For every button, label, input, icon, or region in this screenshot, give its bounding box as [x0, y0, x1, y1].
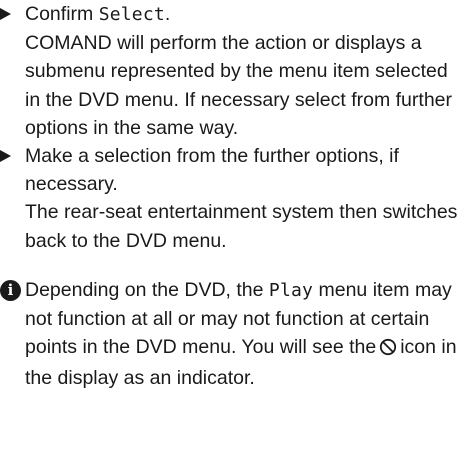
- step-bullet-arrow-icon: [0, 150, 11, 163]
- info-icon: i: [0, 279, 21, 301]
- step-2-result: The rear-seat entertainment system then …: [25, 201, 458, 252]
- step-1-action-prefix: Confirm: [25, 3, 99, 25]
- select-menu-item-code: Select: [98, 4, 165, 25]
- step-1-action: Confirm Select.: [25, 0, 463, 29]
- step-1-result: COMAND will perform the action or displa…: [25, 32, 453, 139]
- step-2-action: Make a selection from the further option…: [25, 145, 399, 196]
- prohibited-icon: [379, 336, 397, 364]
- instruction-step-1: Confirm Select. COMAND will perform the …: [0, 0, 463, 142]
- document-page: Confirm Select. COMAND will perform the …: [0, 0, 463, 393]
- instruction-step-2: Make a selection from the further option…: [0, 142, 463, 255]
- step-bullet-arrow-icon: [0, 8, 11, 20]
- info-note-text: Depending on the DVD, the Play menu item…: [25, 276, 463, 393]
- info-note: i Depending on the DVD, the Play menu it…: [0, 276, 463, 393]
- play-menu-item-code: Play: [268, 279, 314, 301]
- step-1-action-suffix: .: [164, 3, 171, 25]
- note-text-part-1: Depending on the DVD, the: [25, 278, 269, 301]
